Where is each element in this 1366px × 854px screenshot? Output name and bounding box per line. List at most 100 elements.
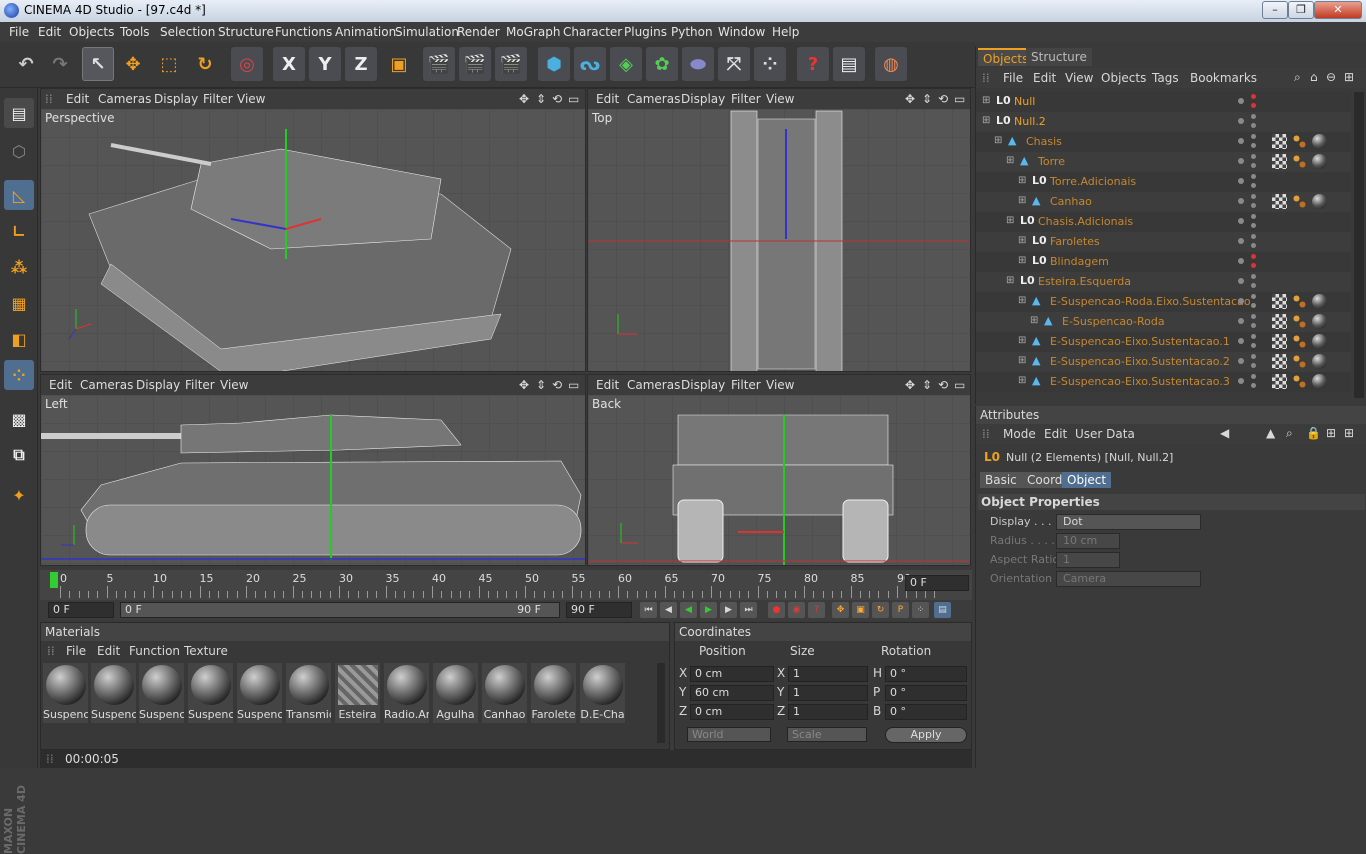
objects-menu-tags[interactable]: Tags — [1152, 71, 1179, 85]
vp-display-menu[interactable]: Display — [154, 92, 198, 106]
object-name[interactable]: Null — [1014, 95, 1035, 108]
rotate-tool-button[interactable]: ↻ — [189, 47, 221, 81]
object-row[interactable]: ⊞ ▲ E-Suspencao-Eixo.Sustentacao.3 — [976, 372, 1351, 392]
attr-menu-edit[interactable]: Edit — [1044, 427, 1067, 441]
render-visibility-icon[interactable] — [1251, 383, 1256, 388]
material-swatch[interactable]: Suspenc — [237, 663, 282, 723]
editor-visibility-icon[interactable] — [1251, 114, 1256, 119]
texture-tag-icon[interactable] — [1272, 134, 1287, 149]
viewport-top[interactable]: Edit Cameras Display Filter View ✥ ⇕ ⟲ ▭… — [587, 88, 971, 372]
x-axis-lock-button[interactable]: X — [273, 47, 305, 81]
vp-cameras-menu[interactable]: Cameras — [98, 92, 151, 106]
texture-tag-icon[interactable] — [1272, 334, 1287, 349]
visibility-dot-icon[interactable] — [1238, 278, 1244, 284]
material-swatch[interactable]: D.E-Cha — [580, 663, 625, 723]
object-name[interactable]: Faroletes — [1050, 235, 1100, 248]
phong-tag-icon[interactable] — [1292, 154, 1307, 169]
position-field[interactable]: 0 cm — [690, 704, 774, 720]
zoom-icon[interactable]: ⇕ — [536, 92, 546, 106]
visibility-dot-icon[interactable] — [1238, 138, 1244, 144]
menu-edit[interactable]: Edit — [38, 25, 61, 39]
visibility-dot-icon[interactable] — [1238, 98, 1244, 104]
objects-menu-edit[interactable]: Edit — [1033, 71, 1056, 85]
visibility-dot-icon[interactable] — [1238, 298, 1244, 304]
object-row[interactable]: ⊞ L0 Null.2 — [976, 112, 1351, 132]
visibility-dot-icon[interactable] — [1238, 338, 1244, 344]
menu-animation[interactable]: Animation — [335, 25, 396, 39]
search-icon[interactable]: ⌕ — [1294, 70, 1301, 85]
expand-icon[interactable]: ⊞ — [982, 95, 990, 106]
texture-tag-icon[interactable] — [1272, 374, 1287, 389]
render-visibility-icon[interactable] — [1251, 243, 1256, 248]
object-tree-scrollbar[interactable] — [1354, 92, 1364, 398]
object-name[interactable]: Torre — [1038, 155, 1065, 168]
material-swatch[interactable]: Suspenc — [139, 663, 184, 723]
cube-primitive-icon[interactable]: ⬢ — [538, 47, 570, 81]
vp-cameras-menu[interactable]: Cameras — [627, 378, 680, 392]
editor-visibility-icon[interactable] — [1251, 154, 1256, 159]
attr-menu-mode[interactable]: Mode — [1003, 427, 1036, 441]
texture-tag-icon[interactable] — [1272, 294, 1287, 309]
object-name[interactable]: Esteira.Esquerda — [1038, 275, 1131, 288]
size-field[interactable]: 1 — [788, 685, 868, 701]
material-swatch[interactable]: Suspenc — [43, 663, 88, 723]
expand-icon[interactable]: ⊞ — [1006, 215, 1014, 226]
materials-scrollbar[interactable] — [657, 663, 665, 743]
expand-icon[interactable]: ⊞ — [1018, 235, 1026, 246]
material-swatch[interactable]: Suspenc — [91, 663, 136, 723]
key-scale-icon[interactable]: ▣ — [852, 602, 869, 618]
render-settings-icon[interactable]: 🎬 — [495, 47, 527, 81]
menu-simulation[interactable]: Simulation — [395, 25, 459, 39]
vp-edit-menu[interactable]: Edit — [66, 92, 89, 106]
texture-mode-icon[interactable]: ▩ — [4, 404, 34, 434]
vp-filter-menu[interactable]: Filter — [731, 92, 761, 106]
expand-icon[interactable]: ⊞ — [1006, 155, 1014, 166]
expand-icon[interactable]: ⊞ — [1030, 315, 1038, 326]
orbit-icon[interactable]: ⟲ — [552, 92, 562, 106]
rotation-field[interactable]: 0 ° — [885, 685, 967, 701]
vp-edit-menu[interactable]: Edit — [49, 378, 72, 392]
phong-tag-icon[interactable] — [1292, 194, 1307, 209]
visibility-dot-icon[interactable] — [1238, 178, 1244, 184]
viewport-left[interactable]: Edit Cameras Display Filter View ✥ ⇕ ⟲ ▭… — [40, 374, 586, 566]
object-row[interactable]: ⊞ L0 Blindagem — [976, 252, 1351, 272]
material-tag-icon[interactable] — [1312, 134, 1327, 149]
tab-basic[interactable]: Basic — [980, 472, 1022, 488]
render-visibility-icon[interactable] — [1251, 343, 1256, 348]
expand-icon[interactable]: ⊞ — [1006, 275, 1014, 286]
minimize-button[interactable]: – — [1262, 1, 1288, 19]
menu-window[interactable]: Window — [718, 25, 765, 39]
objects-menu-file[interactable]: File — [1003, 71, 1023, 85]
keyframe-selection-icon[interactable]: ? — [808, 602, 825, 618]
previous-key-icon[interactable]: ◀ — [660, 602, 677, 618]
menu-render[interactable]: Render — [457, 25, 500, 39]
objects-menu-bookmarks[interactable]: Bookmarks — [1190, 71, 1257, 85]
object-name[interactable]: Canhao — [1050, 195, 1092, 208]
size-field[interactable]: 1 — [788, 704, 868, 720]
materials-menu-file[interactable]: File — [66, 644, 86, 658]
pan-icon[interactable]: ✥ — [905, 92, 915, 106]
object-row[interactable]: ⊞ ▲ E-Suspencao-Eixo.Sustentacao.2 — [976, 352, 1351, 372]
sculpt-icon[interactable]: ✦ — [4, 480, 34, 510]
visibility-dot-icon[interactable] — [1238, 378, 1244, 384]
menu-tools[interactable]: Tools — [120, 25, 150, 39]
close-button[interactable]: ✕ — [1314, 1, 1362, 19]
key-position-icon[interactable]: ✥ — [832, 602, 849, 618]
editor-visibility-icon[interactable] — [1251, 94, 1256, 99]
editor-visibility-icon[interactable] — [1251, 194, 1256, 199]
array-generator-icon[interactable]: ✿ — [646, 47, 678, 81]
position-field[interactable]: 0 cm — [690, 666, 774, 682]
workplane-icon[interactable]: ⧉ — [4, 440, 34, 470]
menu-character[interactable]: Character — [563, 25, 622, 39]
objects-menu-view[interactable]: View — [1065, 71, 1093, 85]
menu-python[interactable]: Python — [671, 25, 713, 39]
expand-icon[interactable]: ⊞ — [1018, 375, 1026, 386]
key-rotation-icon[interactable]: ↻ — [872, 602, 889, 618]
render-visibility-icon[interactable] — [1251, 263, 1256, 268]
visibility-dot-icon[interactable] — [1238, 318, 1244, 324]
menu-file[interactable]: File — [9, 25, 29, 39]
property-value-field[interactable]: Dot — [1056, 514, 1201, 530]
phong-tag-icon[interactable] — [1292, 334, 1307, 349]
redo-button[interactable]: ↷ — [44, 47, 76, 81]
visibility-dot-icon[interactable] — [1238, 238, 1244, 244]
